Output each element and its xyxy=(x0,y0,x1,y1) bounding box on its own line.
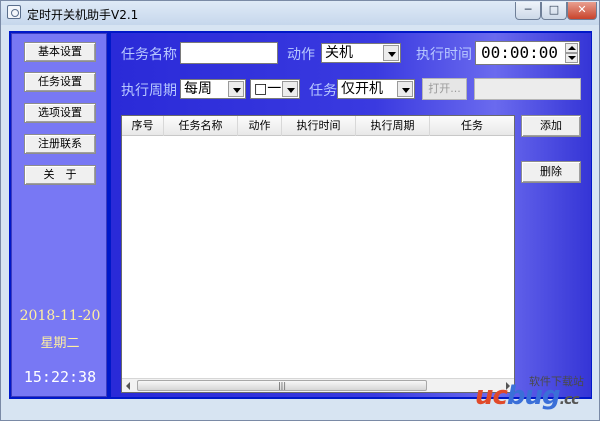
chevron-down-icon[interactable] xyxy=(228,81,244,97)
title-bar[interactable]: 定时开关机助手V2.1 ─ □ ✕ xyxy=(1,1,599,25)
current-clock: 15:22:38 xyxy=(23,368,97,386)
chevron-down-icon[interactable] xyxy=(383,45,399,61)
register-contact-button[interactable]: 注册联系 xyxy=(24,134,96,154)
chevron-down-icon[interactable] xyxy=(397,81,413,97)
column-header-task[interactable]: 任务 xyxy=(430,116,514,136)
about-button[interactable]: 关 于 xyxy=(24,165,96,185)
column-header-index[interactable]: 序号 xyxy=(122,116,164,136)
column-header-cycle[interactable]: 执行周期 xyxy=(356,116,430,136)
watermark-logo: ucbug.cc xyxy=(475,381,580,411)
close-button[interactable]: ✕ xyxy=(567,2,597,20)
chevron-down-icon[interactable] xyxy=(282,81,298,97)
watermark-logo-c: .cc xyxy=(559,392,580,408)
task-settings-button[interactable]: 任务设置 xyxy=(24,72,96,92)
option-settings-button[interactable]: 选项设置 xyxy=(24,103,96,123)
sidebar: 基本设置 任务设置 选项设置 注册联系 关 于 2018-11-20 星期二 1… xyxy=(11,33,107,397)
cycle-label: 执行周期 xyxy=(121,83,177,99)
action-select-value: 关机 xyxy=(325,45,353,61)
task-type-select[interactable]: 仅开机 xyxy=(337,79,415,99)
exec-time-value: 00:00:00 xyxy=(481,43,559,62)
program-path-input[interactable] xyxy=(474,78,581,100)
exec-time-label: 执行时间 xyxy=(416,47,472,63)
add-task-button[interactable]: 添加 xyxy=(521,115,581,137)
window-title: 定时开关机助手V2.1 xyxy=(27,8,139,22)
task-list-header: 序号 任务名称 动作 执行时间 执行周期 任务 xyxy=(122,116,514,136)
task-list[interactable]: 序号 任务名称 动作 执行时间 执行周期 任务 ||| xyxy=(121,115,515,393)
weekday-select[interactable]: □一 xyxy=(250,79,300,99)
current-weekday: 星期二 xyxy=(40,336,80,351)
action-label: 动作 xyxy=(287,47,315,63)
cycle-select[interactable]: 每周 xyxy=(180,79,246,99)
app-icon xyxy=(7,5,21,19)
task-name-label: 任务名称 xyxy=(121,47,177,63)
spin-up-icon[interactable] xyxy=(565,43,578,53)
action-select[interactable]: 关机 xyxy=(321,43,401,63)
basic-settings-button[interactable]: 基本设置 xyxy=(24,42,96,62)
delete-task-button[interactable]: 删除 xyxy=(521,161,581,183)
current-date: 2018-11-20 xyxy=(19,308,101,324)
exec-time-input[interactable]: 00:00:00 xyxy=(475,41,580,65)
column-header-action[interactable]: 动作 xyxy=(238,116,282,136)
watermark-logo-b: bug xyxy=(506,381,561,411)
column-header-task-name[interactable]: 任务名称 xyxy=(164,116,238,136)
open-file-button[interactable]: 打开... xyxy=(422,78,467,100)
task-panel: 任务名称 动作 关机 执行时间 00:00:00 执行周期 每周 □一 任务 仅… xyxy=(111,33,591,397)
spin-down-icon[interactable] xyxy=(565,53,578,63)
task-type-label: 任务 xyxy=(309,83,337,99)
column-header-exec-time[interactable]: 执行时间 xyxy=(282,116,356,136)
app-window: 定时开关机助手V2.1 ─ □ ✕ 基本设置 任务设置 选项设置 注册联系 关 … xyxy=(0,0,600,421)
scroll-left-icon[interactable] xyxy=(122,379,136,392)
task-name-input[interactable] xyxy=(180,42,278,64)
cycle-select-value: 每周 xyxy=(184,81,212,97)
watermark-logo-a: uc xyxy=(475,381,508,411)
horizontal-scrollbar[interactable]: ||| xyxy=(122,378,514,392)
watermark: 软件下载站 ucbug.cc xyxy=(471,367,596,413)
maximize-button[interactable]: □ xyxy=(541,2,567,20)
weekday-select-value: □一 xyxy=(254,81,282,97)
task-type-select-value: 仅开机 xyxy=(341,81,383,97)
minimize-button[interactable]: ─ xyxy=(515,2,541,20)
scroll-thumb[interactable]: ||| xyxy=(137,380,427,391)
